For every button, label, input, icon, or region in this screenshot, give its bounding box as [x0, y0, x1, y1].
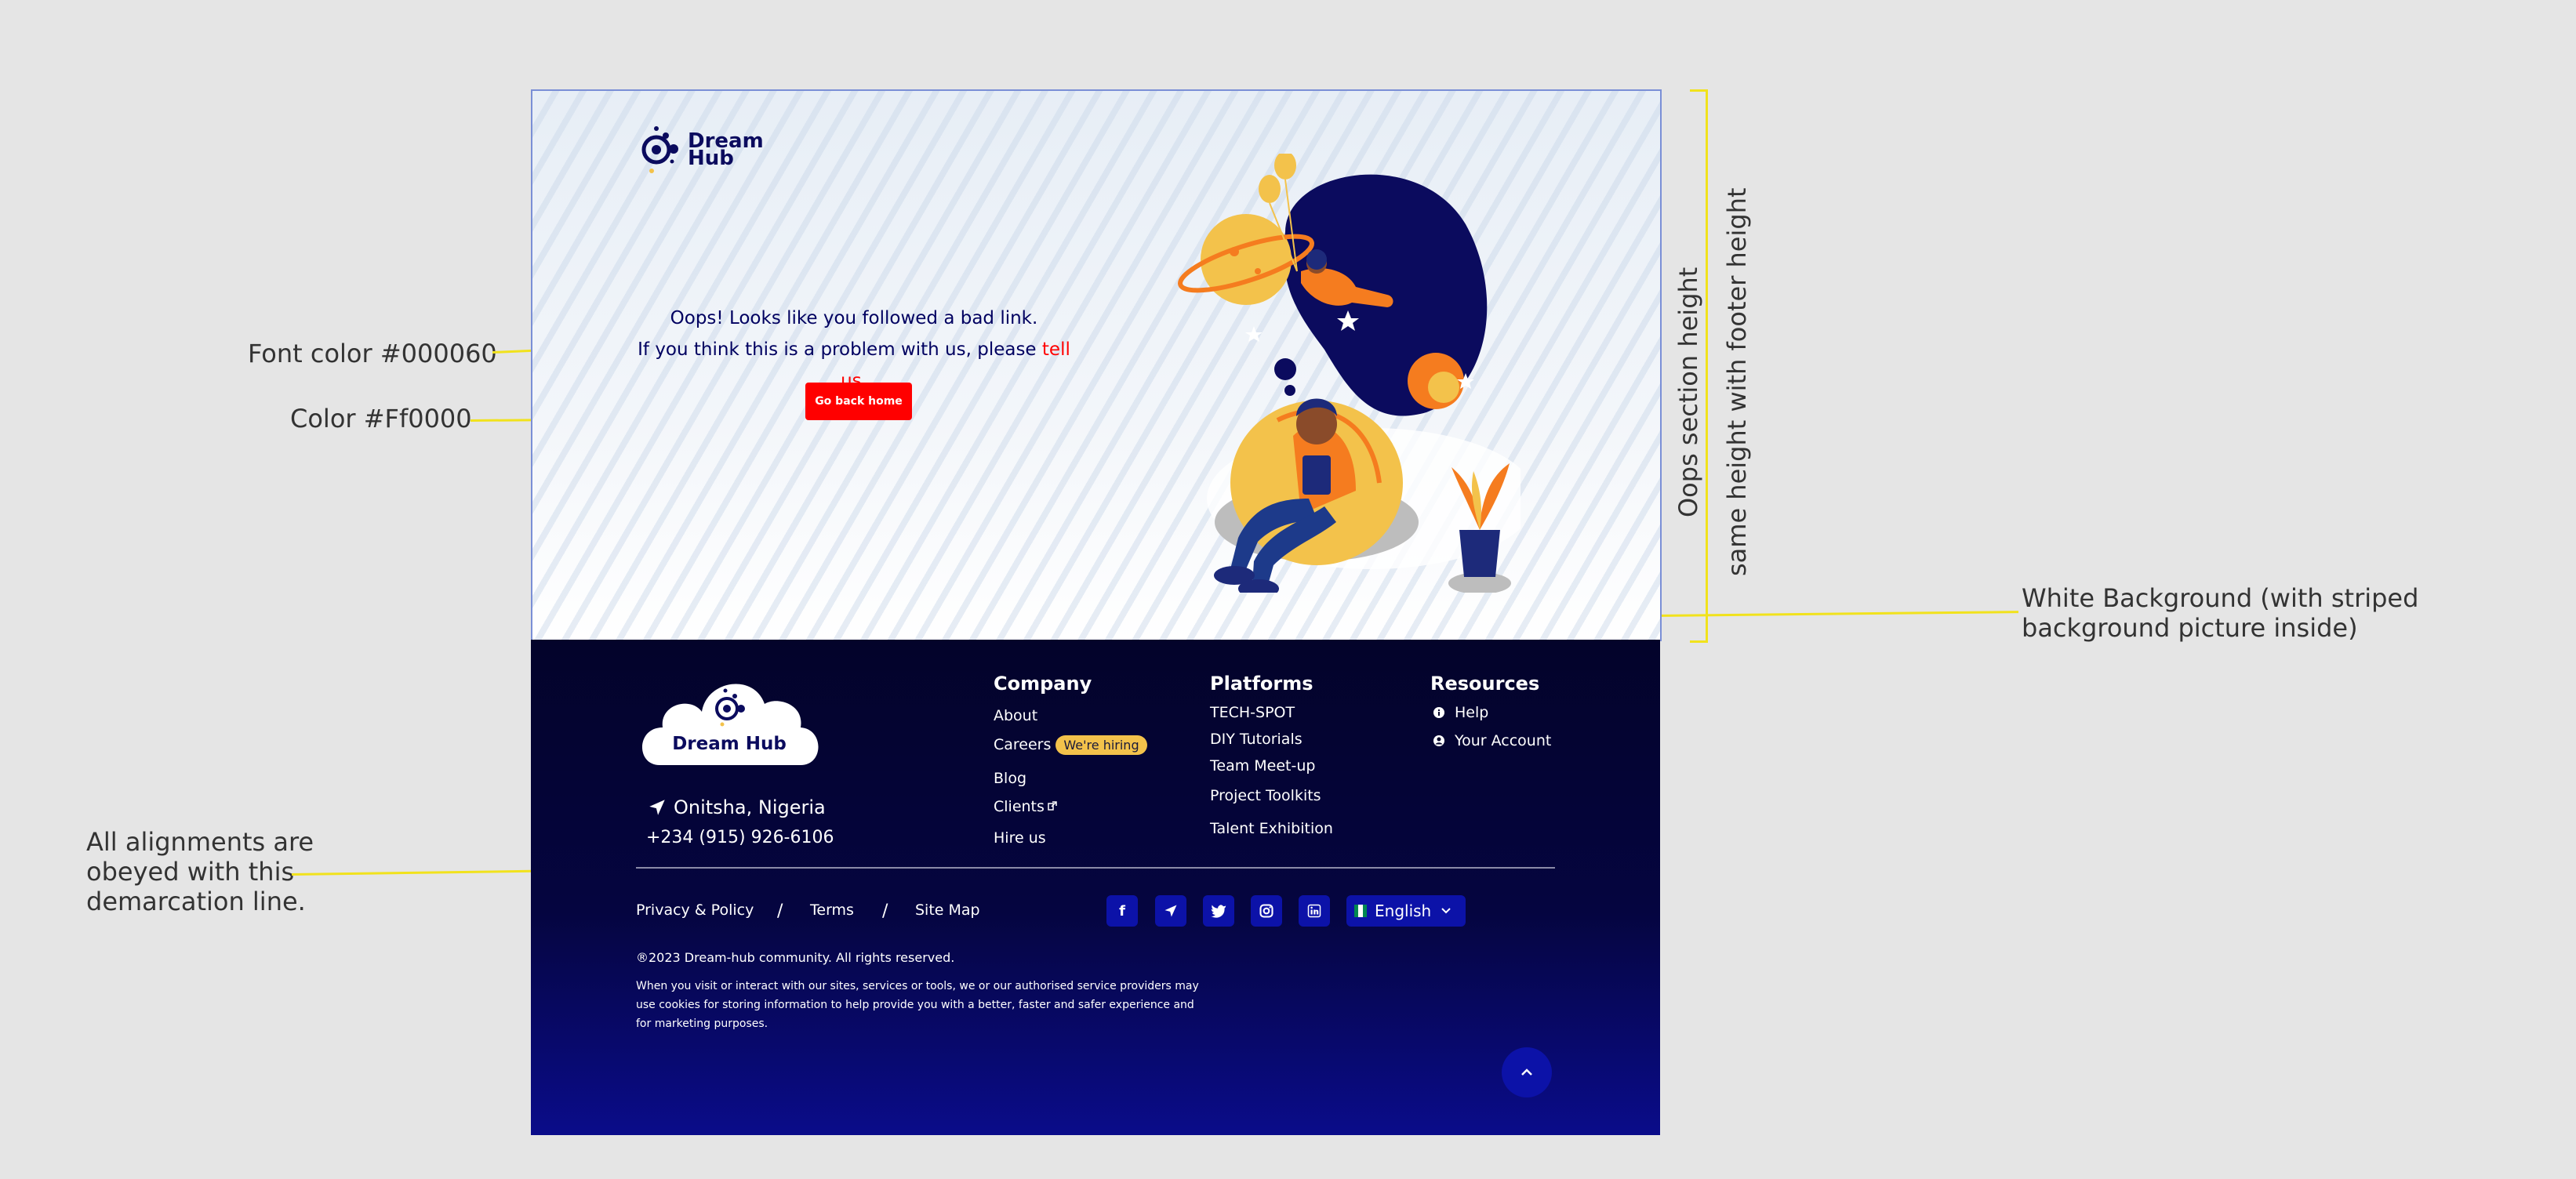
linkedin-icon[interactable]: [1299, 895, 1330, 927]
space-dream-illustration: [1178, 154, 1521, 593]
twitter-icon[interactable]: [1203, 895, 1234, 927]
platform-talent-link[interactable]: Talent Exhibition: [1210, 820, 1333, 837]
language-selector[interactable]: English: [1346, 895, 1466, 927]
privacy-policy-link[interactable]: Privacy & Policy: [636, 901, 754, 919]
terms-link[interactable]: Terms: [810, 901, 854, 919]
platform-diy-link[interactable]: DIY Tutorials: [1210, 731, 1303, 748]
resource-help-link[interactable]: Help: [1433, 704, 1488, 721]
scroll-to-top-button[interactable]: [1502, 1047, 1552, 1097]
user-icon: [1433, 735, 1444, 746]
footer: Dream Hub Onitsha, Nigeria +234 (915) 92…: [531, 640, 1660, 1135]
phone[interactable]: +234 (915) 926-6106: [646, 828, 834, 847]
page-frame: Dream Hub Oops! Looks like you followed …: [531, 89, 1662, 1135]
company-careers-link[interactable]: Careers We're hiring: [994, 735, 1147, 755]
copyright: ®2023 Dream-hub community. All rights re…: [636, 950, 955, 965]
demarcation-line: [636, 867, 1555, 869]
external-link-icon: [1048, 801, 1057, 811]
go-back-home-button[interactable]: Go back home: [805, 383, 912, 420]
facebook-icon[interactable]: f: [1106, 895, 1138, 927]
hiring-badge: We're hiring: [1055, 735, 1147, 755]
annotation-same-height: same height with footer height: [1722, 187, 1752, 576]
location-text: Onitsha, Nigeria: [674, 796, 826, 818]
language-label: English: [1375, 901, 1432, 920]
company-title: Company: [994, 673, 1092, 695]
resource-account-link[interactable]: Your Account: [1433, 732, 1551, 749]
platform-toolkits-link[interactable]: Project Toolkits: [1210, 787, 1321, 804]
annotation-font-color: Font color #000060: [248, 339, 497, 368]
legal-notice: When you visit or interact with our site…: [636, 980, 1199, 1030]
company-clients-link[interactable]: Clients: [994, 798, 1058, 815]
telegram-icon[interactable]: [1155, 895, 1186, 927]
location-arrow-icon: [649, 800, 665, 815]
platforms-title: Platforms: [1210, 673, 1313, 695]
separator: /: [882, 901, 888, 921]
location: Onitsha, Nigeria: [647, 796, 826, 818]
site-map-link[interactable]: Site Map: [915, 901, 980, 919]
logo-text: Dream Hub: [688, 129, 764, 170]
logo-icon: [641, 126, 678, 173]
nigeria-flag-icon: [1354, 905, 1367, 917]
annotation-white-bg: White Background (with striped backgroun…: [2022, 583, 2419, 643]
instagram-icon[interactable]: [1251, 895, 1282, 927]
oops-section: Dream Hub Oops! Looks like you followed …: [531, 89, 1662, 641]
platform-meetup-link[interactable]: Team Meet-up: [1210, 757, 1315, 775]
cloud-logo-text: Dream Hub: [672, 734, 787, 754]
chevron-up-icon: [1521, 1068, 1532, 1076]
annotation-oops-height: Oops section height: [1673, 267, 1703, 517]
platform-tech-spot-link[interactable]: TECH-SPOT: [1210, 704, 1295, 721]
logo[interactable]: Dream Hub: [638, 122, 764, 177]
resources-title: Resources: [1430, 673, 1540, 695]
footer-logo[interactable]: Dream Hub: [636, 673, 823, 770]
company-about-link[interactable]: About: [994, 707, 1037, 724]
company-blog-link[interactable]: Blog: [994, 770, 1026, 787]
oops-line-1: Oops! Looks like you followed a bad link…: [670, 308, 1038, 328]
annotation-red: Color #Ff0000: [290, 404, 472, 434]
chevron-down-icon: [1441, 908, 1451, 914]
info-icon: [1433, 707, 1444, 718]
separator: /: [777, 901, 783, 921]
company-hire-link[interactable]: Hire us: [994, 829, 1046, 847]
annotation-alignment: All alignments are obeyed with this dema…: [86, 827, 314, 916]
